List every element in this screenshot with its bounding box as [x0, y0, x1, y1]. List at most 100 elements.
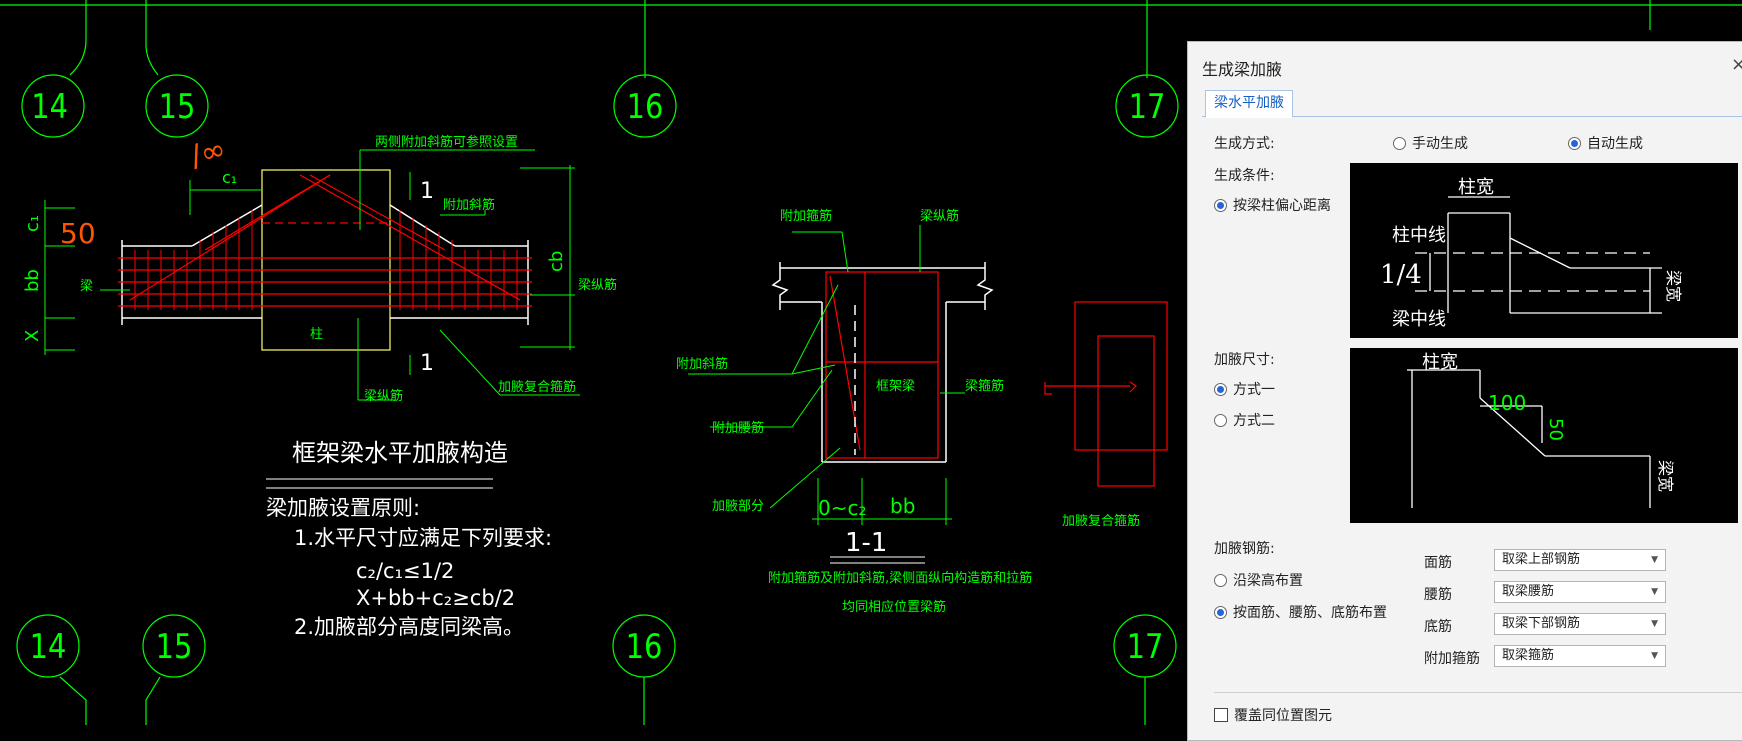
row-bottom-label: 底筋: [1424, 619, 1452, 635]
formula-2: X+bb+c₂≥cb/2: [356, 586, 515, 610]
section-1-1-detail: 附加箍筋 梁纵筋 附加斜筋 附加腰筋 加腋部分 框架梁 梁箍筋 0~c₂ bb …: [676, 208, 1032, 615]
gen-method-label: 生成方式:: [1214, 136, 1275, 152]
radio-condition-eccentric[interactable]: 按梁柱偏心距离: [1214, 195, 1331, 215]
radio-manual-label: 手动生成: [1412, 136, 1468, 152]
radio-size-option-1[interactable]: 方式一: [1214, 379, 1275, 399]
added-stirrup-value: 取梁箍筋: [1502, 648, 1555, 663]
label-beam: 梁: [80, 279, 93, 294]
preview2-dim-100: 100: [1488, 391, 1526, 415]
label-section-mark-bottom: 1: [420, 351, 434, 376]
label-cb-vertical: cb: [546, 251, 567, 272]
radio-rebar2-label: 按面筋、腰筋、底筋布置: [1233, 605, 1387, 621]
label-added-diagonal-sec: 附加斜筋: [676, 356, 728, 372]
label-c1: c₁: [222, 168, 237, 187]
radio-rebar-by-face-waist-bottom[interactable]: 按面筋、腰筋、底筋布置: [1214, 602, 1387, 622]
overwrite-label: 覆盖同位置图元: [1234, 708, 1332, 724]
label-column: 柱: [310, 327, 323, 342]
chevron-down-icon: ▼: [1651, 619, 1658, 629]
preview2-dim-50: 50: [1545, 418, 1566, 441]
preview1-beam-width: 梁宽: [1664, 270, 1683, 302]
face-rebar-select[interactable]: 取梁上部钢筋 ▼: [1494, 549, 1666, 571]
label-stirrup-detail: 加腋复合箍筋: [1062, 513, 1140, 529]
added-stirrup-select[interactable]: 取梁箍筋 ▼: [1494, 645, 1666, 667]
label-two-side-rebar: 两侧附加斜筋可参照设置: [375, 134, 518, 150]
radio-size-option-2[interactable]: 方式二: [1214, 410, 1275, 430]
axis-label-17-top: 17: [1129, 88, 1166, 127]
formula-1: c₂/c₁≤1/2: [356, 559, 454, 583]
section-note-1: 附加箍筋及附加斜筋,梁侧面纵向构造筋和拉筋: [768, 570, 1032, 586]
label-x-vertical: X: [22, 330, 43, 342]
bottom-rebar-value: 取梁下部钢筋: [1502, 616, 1581, 631]
chevron-down-icon: ▼: [1651, 555, 1658, 565]
label-haunch-stirrup: 加腋复合箍筋: [498, 379, 576, 395]
label-beam-long-right: 梁纵筋: [578, 277, 617, 293]
preview-condition-image: 柱宽 柱中线 1/4 梁中线 梁宽: [1350, 163, 1738, 338]
preview1-ratio: 1/4: [1380, 260, 1422, 290]
dialog-title: 生成梁加腋: [1202, 60, 1283, 79]
preview2-column-width: 柱宽: [1422, 352, 1458, 373]
label-bb-vertical: bb: [22, 269, 43, 292]
rules-title: 梁加腋设置原则:: [266, 496, 420, 520]
preview-size-image: 柱宽 100 50 梁宽: [1350, 348, 1738, 523]
close-icon[interactable]: ×: [1731, 54, 1742, 75]
row-waist-label: 腰筋: [1424, 587, 1452, 603]
radio-rebar1-label: 沿梁高布置: [1233, 573, 1303, 589]
tab-bar: 梁水平加腋: [1202, 90, 1742, 118]
label-haunch-part: 加腋部分: [712, 499, 764, 514]
preview1-column-width: 柱宽: [1458, 177, 1494, 198]
sketch-mark-50: 50: [60, 217, 96, 250]
bottom-rebar-select[interactable]: 取梁下部钢筋 ▼: [1494, 613, 1666, 635]
label-beam-long: 梁纵筋: [364, 388, 403, 404]
rule-2: 2.加腋部分高度同梁高。: [294, 615, 524, 639]
label-frame-beam: 框架梁: [876, 379, 915, 394]
radio-auto-label: 自动生成: [1587, 136, 1643, 152]
row-added-stirrup-label: 附加箍筋: [1424, 651, 1480, 667]
label-beam-long-top: 梁纵筋: [920, 208, 959, 224]
checkbox-box: [1214, 708, 1228, 722]
label-section-mark-top: 1: [420, 179, 434, 204]
haunch-detail-title: 框架梁水平加腋构造: [292, 439, 508, 467]
label-added-waist: 附加腰筋: [712, 420, 764, 436]
axis-label-14-top: 14: [31, 88, 68, 127]
radio-dot-rebar2: [1214, 605, 1227, 619]
haunch-plan-detail: 两侧附加斜筋可参照设置 附加斜筋 梁纵筋 加腋复合箍筋 梁纵筋 梁 柱 c₁ 1…: [22, 134, 617, 639]
radio-size1-label: 方式一: [1233, 382, 1275, 398]
axis-label-16-top: 16: [627, 88, 664, 127]
face-rebar-value: 取梁上部钢筋: [1502, 552, 1581, 567]
label-c1-vertical: c₁: [22, 215, 43, 232]
dim-bb: bb: [890, 494, 915, 518]
radio-size2-label: 方式二: [1233, 413, 1275, 429]
radio-manual-generate[interactable]: 手动生成: [1393, 133, 1468, 153]
preview2-beam-width: 梁宽: [1656, 460, 1675, 492]
section-title: 1-1: [845, 528, 887, 558]
condition-label: 生成条件:: [1214, 168, 1275, 184]
preview1-column-center: 柱中线: [1392, 225, 1446, 246]
radio-rebar-along-height[interactable]: 沿梁高布置: [1214, 570, 1303, 590]
stirrup-detail: [1044, 301, 1168, 487]
chevron-down-icon: ▼: [1651, 587, 1658, 597]
column-outline: [261, 169, 391, 351]
axis-label-14-bottom: 14: [30, 628, 67, 667]
preview1-beam-center: 梁中线: [1392, 309, 1446, 330]
dim-0-c2: 0~c₂: [818, 496, 867, 520]
tab-beam-horizontal-haunch[interactable]: 梁水平加腋: [1205, 90, 1293, 118]
row-face-label: 面筋: [1424, 555, 1452, 571]
radio-dot-condition: [1214, 198, 1227, 212]
radio-auto-generate[interactable]: 自动生成: [1568, 133, 1643, 153]
waist-rebar-select[interactable]: 取梁腰筋 ▼: [1494, 581, 1666, 603]
size-label: 加腋尺寸:: [1214, 352, 1275, 368]
axis-label-15-bottom: 15: [156, 628, 193, 667]
radio-dot-auto: [1568, 136, 1581, 150]
section-note-2: 均同相应位置梁筋: [842, 599, 946, 615]
radio-condition-label: 按梁柱偏心距离: [1233, 198, 1331, 214]
radio-dot-size2: [1214, 413, 1227, 427]
generate-beam-haunch-dialog: 生成梁加腋 × 梁水平加腋 生成方式: 手动生成 自动生成 生成条件: 按梁柱偏…: [1187, 41, 1742, 741]
axis-label-16-bottom: 16: [626, 628, 663, 667]
overwrite-same-position-checkbox[interactable]: 覆盖同位置图元: [1214, 705, 1332, 725]
axis-label-15-top: 15: [159, 88, 196, 127]
label-added-diagonal: 附加斜筋: [443, 197, 495, 213]
rebar-label: 加腋钢筋:: [1214, 541, 1275, 557]
radio-dot-rebar1: [1214, 573, 1227, 587]
radio-dot-manual: [1393, 136, 1406, 150]
dialog-separator: [1214, 692, 1742, 693]
